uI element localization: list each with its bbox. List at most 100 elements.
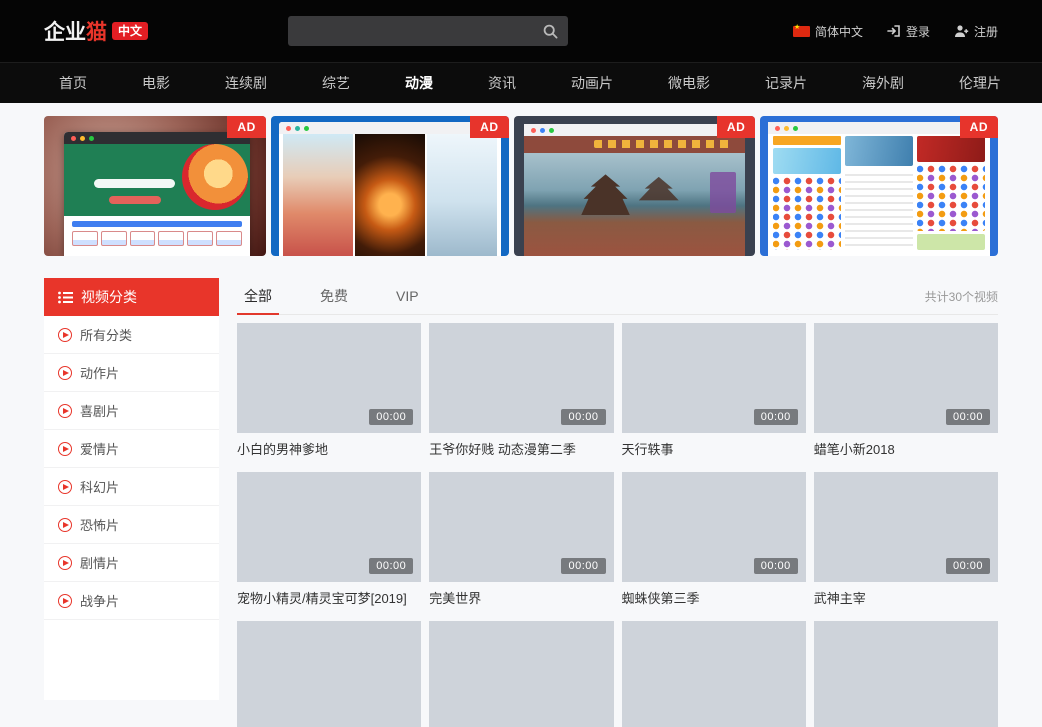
nav-item-home[interactable]: 首页 [59,73,87,93]
duration-badge: 00:00 [561,409,605,425]
banner-artwork [64,132,250,256]
nav-item-variety[interactable]: 综艺 [322,73,350,93]
video-card[interactable]: 00:00 武神主宰 [814,472,998,607]
sidebar-item-scifi[interactable]: 科幻片 [44,468,219,506]
video-thumbnail [814,621,998,727]
ad-badge: AD [717,116,755,138]
register-link[interactable]: 注册 [954,23,998,40]
nav-item-overseas[interactable]: 海外剧 [862,73,904,93]
video-thumbnail: 00:00 [622,323,806,433]
main-nav: 首页 电影 连续剧 综艺 动漫 资讯 动画片 微电影 记录片 海外剧 伦理片 升… [0,62,1042,103]
video-thumbnail: 00:00 [237,472,421,582]
video-title[interactable]: 蜡笔小新2018 [814,442,998,458]
video-card[interactable]: 00:00 天行轶事 [622,323,806,458]
video-card[interactable] [814,621,998,727]
play-circle-icon [58,366,72,380]
sign-in-icon [887,24,901,38]
video-list-section: 全部 免费 VIP 共计30个视频 00:00 小白的男神爹地 00:00 王爷… [237,278,998,727]
duration-badge: 00:00 [946,558,990,574]
sidebar-item-horror[interactable]: 恐怖片 [44,506,219,544]
traffic-light-dots-icon [286,126,291,131]
register-label: 注册 [974,23,998,40]
sidebar-item-label: 科幻片 [80,477,119,496]
search-button[interactable] [532,16,568,46]
language-label: 简体中文 [815,23,863,40]
user-plus-icon [954,24,969,38]
video-thumbnail: 00:00 [237,323,421,433]
ad-banner-4[interactable]: AD [760,116,998,256]
nav-item-news[interactable]: 资讯 [488,73,516,93]
ad-banner-3[interactable]: AD [514,116,756,256]
banner-artwork [524,124,746,256]
sidebar-item-all[interactable]: 所有分类 [44,316,219,354]
play-circle-icon [58,442,72,456]
video-card[interactable]: 00:00 完美世界 [429,472,613,607]
video-grid: 00:00 小白的男神爹地 00:00 王爷你好贱 动态漫第二季 00:00 天… [237,323,998,727]
search-input[interactable] [288,16,532,46]
video-count: 共计30个视频 [925,288,998,305]
sidebar-item-action[interactable]: 动作片 [44,354,219,392]
nav-item-documentary[interactable]: 记录片 [765,73,807,93]
tab-free[interactable]: 免费 [313,278,355,314]
filter-tabs: 全部 免费 VIP 共计30个视频 [237,278,998,315]
video-card[interactable]: 00:00 宠物小精灵/精灵宝可梦[2019] [237,472,421,607]
sidebar-item-romance[interactable]: 爱情片 [44,430,219,468]
nav-item-movies[interactable]: 电影 [142,73,170,93]
play-circle-icon [58,480,72,494]
logo-text-accent: 猫 [86,16,107,46]
nav-item-series[interactable]: 连续剧 [225,73,267,93]
play-circle-icon [58,404,72,418]
ad-banner-2[interactable]: AD [271,116,509,256]
sidebar-item-war[interactable]: 战争片 [44,582,219,620]
traffic-light-dots-icon [775,126,780,131]
video-card[interactable] [237,621,421,727]
video-thumbnail [237,621,421,727]
logo-badge: 中文 [112,22,148,40]
video-card[interactable]: 00:00 蜡笔小新2018 [814,323,998,458]
sidebar-item-label: 动作片 [80,363,119,382]
video-title[interactable]: 王爷你好贱 动态漫第二季 [429,442,613,458]
language-switch[interactable]: ★ 简体中文 [793,23,863,40]
traffic-light-dots-icon [71,136,76,141]
traffic-light-dots-icon [531,128,536,133]
video-card[interactable]: 00:00 王爷你好贱 动态漫第二季 [429,323,613,458]
play-circle-icon [58,518,72,532]
login-label: 登录 [906,23,930,40]
video-title[interactable]: 天行轶事 [622,442,806,458]
video-title[interactable]: 宠物小精灵/精灵宝可梦[2019] [237,591,421,607]
tab-all[interactable]: 全部 [237,278,279,314]
sidebar-title: 视频分类 [81,287,137,307]
sidebar-item-label: 喜剧片 [80,401,119,420]
video-thumbnail [429,621,613,727]
ad-banner-1[interactable]: AD [44,116,266,256]
video-title[interactable]: 小白的男神爹地 [237,442,421,458]
nav-item-microfilm[interactable]: 微电影 [668,73,710,93]
tab-vip[interactable]: VIP [389,278,426,314]
ad-banner-row: AD AD AD [44,116,998,256]
video-title[interactable]: 武神主宰 [814,591,998,607]
search-icon [543,24,558,39]
video-card[interactable] [429,621,613,727]
video-title[interactable]: 蜘蛛侠第三季 [622,591,806,607]
duration-badge: 00:00 [369,558,413,574]
logo-text-main: 企业 [44,16,86,46]
video-card[interactable]: 00:00 小白的男神爹地 [237,323,421,458]
sidebar-item-label: 爱情片 [80,439,119,458]
nav-item-ethics[interactable]: 伦理片 [959,73,1001,93]
site-logo[interactable]: 企业猫 中文 [44,16,148,46]
sidebar-item-label: 战争片 [80,591,119,610]
nav-item-cartoon[interactable]: 动画片 [571,73,613,93]
video-thumbnail: 00:00 [814,323,998,433]
video-title[interactable]: 完美世界 [429,591,613,607]
nav-item-anime[interactable]: 动漫 [405,73,433,93]
sidebar-item-comedy[interactable]: 喜剧片 [44,392,219,430]
header-actions: ★ 简体中文 登录 注册 [793,23,998,40]
video-card[interactable]: 00:00 蜘蛛侠第三季 [622,472,806,607]
login-link[interactable]: 登录 [887,23,930,40]
banner-artwork [768,122,990,256]
banner-artwork [279,122,501,256]
video-thumbnail: 00:00 [429,323,613,433]
sidebar-item-drama[interactable]: 剧情片 [44,544,219,582]
video-card[interactable] [622,621,806,727]
sidebar-item-label: 剧情片 [80,553,119,572]
